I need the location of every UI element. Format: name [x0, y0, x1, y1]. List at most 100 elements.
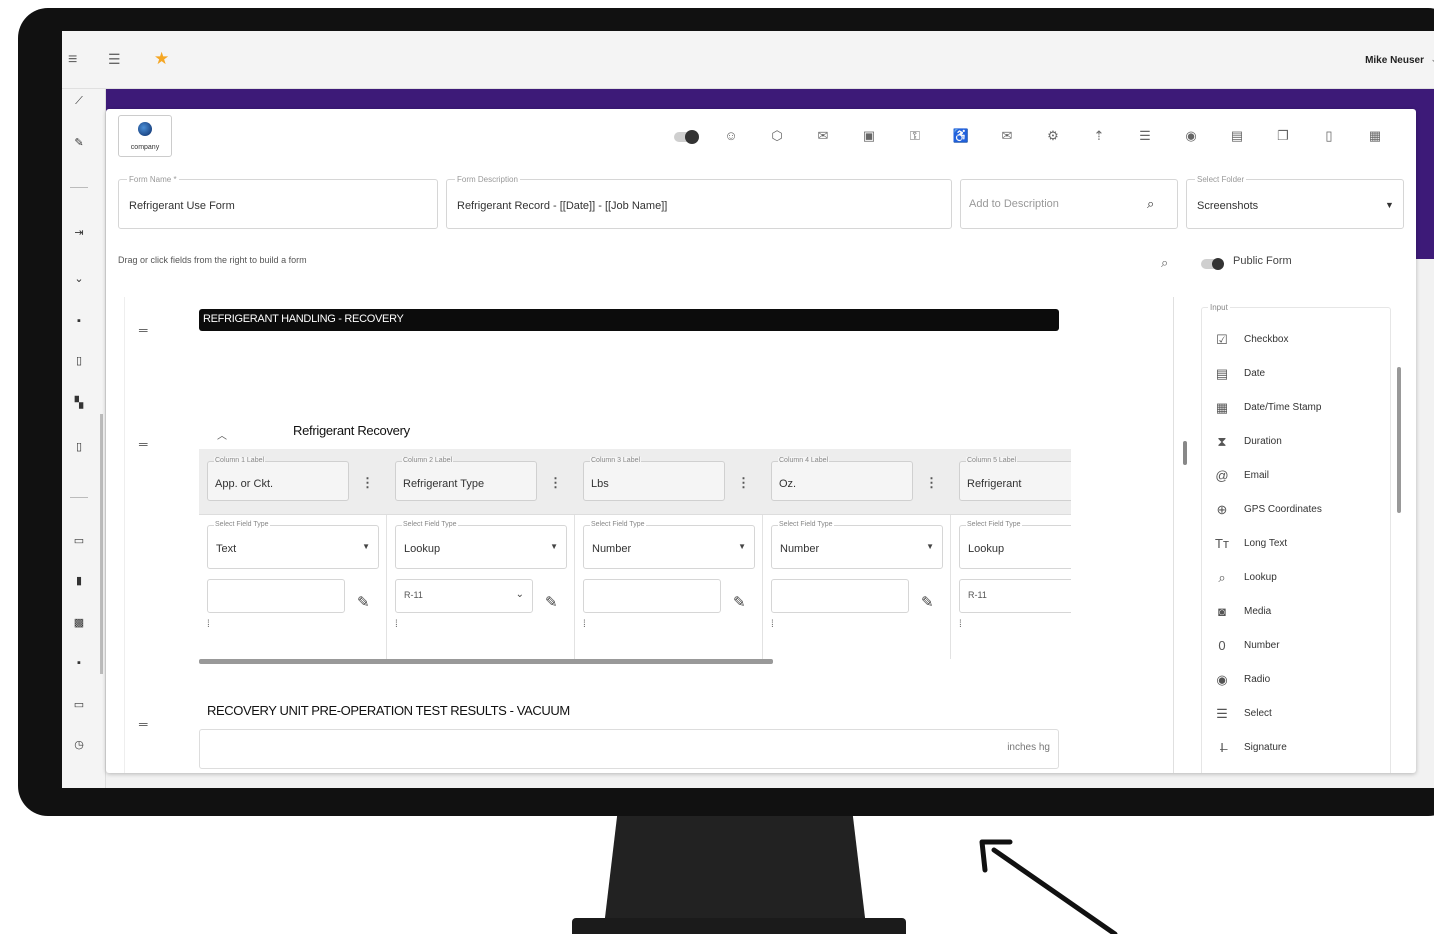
clock-icon[interactable]: ◷	[72, 739, 86, 751]
rail-icon[interactable]: ▩	[72, 617, 86, 629]
list-icon[interactable]: ☰	[108, 51, 121, 68]
user-name[interactable]: Mike Neuser	[1365, 55, 1424, 66]
add-description-field[interactable]: Add to Description ⌕	[960, 179, 1178, 229]
column-label-input[interactable]: Column 4 Label Oz.	[771, 457, 913, 501]
field-type-select[interactable]: Select Field Type Text ▼	[207, 521, 379, 569]
checklist-icon[interactable]: ☰	[1136, 127, 1154, 145]
lookup-value-select[interactable]: R-11 ⌄	[395, 579, 533, 613]
form-description-field[interactable]: Form Description Refrigerant Record - [[…	[446, 175, 952, 229]
pencil-icon[interactable]: ✎	[733, 593, 746, 611]
field-type-value[interactable]: Number	[780, 543, 819, 555]
resize-handle-icon[interactable]: ⁞	[583, 619, 586, 630]
resize-handle-icon[interactable]: ⁞	[771, 619, 774, 630]
chevron-down-icon[interactable]: ⌄	[516, 589, 524, 600]
form-name-value[interactable]: Refrigerant Use Form	[129, 200, 235, 212]
column-label-value[interactable]: Oz.	[779, 478, 796, 490]
chevron-down-icon[interactable]: ▼	[738, 542, 746, 551]
vertical-scrollbar[interactable]	[1183, 441, 1187, 465]
column-label-input[interactable]: Column 1 Label App. or Ckt.	[207, 457, 349, 501]
key-icon[interactable]: ⚿	[906, 127, 924, 145]
resize-handle-icon[interactable]: ⁞	[959, 619, 962, 630]
lookup-value[interactable]: R-11	[968, 590, 987, 600]
accessibility-icon[interactable]: ♿	[952, 127, 970, 145]
chevron-down-icon[interactable]: ▼	[1385, 200, 1394, 210]
column-label-input[interactable]: Column 5 Label Refrigerant	[959, 457, 1071, 501]
pencil-icon[interactable]: ✎	[72, 137, 86, 149]
public-form-toggle[interactable]	[1201, 258, 1224, 270]
search-icon[interactable]: ⌕	[1161, 255, 1168, 271]
default-value-input[interactable]	[771, 579, 909, 613]
field-type-select[interactable]: Select Field Type Lookup ▼	[395, 521, 567, 569]
rail-icon[interactable]: ▮	[72, 575, 86, 587]
image-file-icon[interactable]: ▤	[1228, 127, 1246, 145]
column-label-value[interactable]: Refrigerant Type	[403, 478, 484, 490]
chevron-down-icon[interactable]: ▼	[550, 542, 558, 551]
resize-handle-icon[interactable]: ⁞	[207, 619, 210, 630]
vacuum-field[interactable]: inches hg	[199, 729, 1059, 769]
search-icon[interactable]: ⌕	[1147, 196, 1154, 212]
copy-icon[interactable]: ❐	[1274, 127, 1292, 145]
badge-icon[interactable]: ⬡	[768, 127, 786, 145]
add-description-placeholder[interactable]: Add to Description	[969, 198, 1059, 210]
field-type-select[interactable]: Select Field Type Number ▼	[583, 521, 755, 569]
column-label-value[interactable]: Lbs	[591, 478, 609, 490]
field-type-value[interactable]: Text	[216, 543, 236, 555]
form-description-value[interactable]: Refrigerant Record - [[Date]] - [[Job Na…	[457, 200, 667, 212]
resize-handle-icon[interactable]: ⁞	[395, 619, 398, 630]
column-label-value[interactable]: Refrigerant	[967, 478, 1021, 490]
rail-icon[interactable]: ▪	[72, 315, 86, 327]
column-label-input[interactable]: Column 3 Label Lbs	[583, 457, 725, 501]
more-vertical-icon[interactable]: ⋮	[549, 475, 562, 491]
save-icon[interactable]: ▦	[1366, 127, 1384, 145]
toolbar-toggle[interactable]	[674, 130, 699, 144]
field-type-select[interactable]: Select Field Type Number ▼	[771, 521, 943, 569]
eye-icon[interactable]: ◉	[1182, 127, 1200, 145]
more-vertical-icon[interactable]: ⋮	[361, 475, 374, 491]
rail-icon[interactable]: ⇥	[72, 227, 86, 239]
chevron-down-icon[interactable]: ⌄	[1430, 54, 1434, 65]
drag-handle-icon[interactable]: ═	[139, 437, 148, 451]
drag-handle-icon[interactable]: ═	[139, 323, 148, 337]
column-label-input[interactable]: Column 2 Label Refrigerant Type	[395, 457, 537, 501]
rail-icon[interactable]: ▭	[72, 699, 86, 711]
field-type-value[interactable]: Number	[592, 543, 631, 555]
pencil-icon[interactable]: ✎	[357, 593, 370, 611]
column-label-value[interactable]: App. or Ckt.	[215, 478, 273, 490]
document-icon[interactable]: ▯	[72, 355, 86, 367]
emoji-icon[interactable]: ☺	[722, 127, 740, 145]
section-header[interactable]: REFRIGERANT HANDLING - RECOVERY	[199, 309, 1059, 331]
rail-scrollbar[interactable]	[100, 414, 103, 674]
lookup-value[interactable]: R-11	[404, 590, 423, 600]
pencil-icon[interactable]: ✎	[921, 593, 934, 611]
chevron-down-icon[interactable]: ▼	[926, 542, 934, 551]
rail-icon[interactable]: ▚	[72, 397, 86, 409]
default-value-input[interactable]	[583, 579, 721, 613]
envelope-icon[interactable]: ✉	[998, 127, 1016, 145]
default-value-input[interactable]	[207, 579, 345, 613]
more-vertical-icon[interactable]: ⋮	[737, 475, 750, 491]
palette-scrollbar[interactable]	[1397, 367, 1401, 513]
drag-handle-icon[interactable]: ═	[139, 717, 148, 731]
pencil-icon[interactable]: ✎	[545, 593, 558, 611]
lookup-value-select[interactable]: R-11	[959, 579, 1071, 613]
image-icon[interactable]: ▣	[860, 127, 878, 145]
select-folder-field[interactable]: Select Folder Screenshots ▼	[1186, 175, 1404, 229]
rail-icon[interactable]: ▪	[72, 657, 86, 669]
horizontal-scrollbar[interactable]	[199, 659, 773, 664]
rail-icon[interactable]: ⟋	[72, 95, 86, 107]
field-type-value[interactable]: Lookup	[968, 543, 1004, 555]
document-icon[interactable]: ▯	[72, 441, 86, 453]
form-name-field[interactable]: Form Name * Refrigerant Use Form	[118, 175, 438, 229]
select-folder-value[interactable]: Screenshots	[1197, 200, 1258, 212]
field-type-select[interactable]: Select Field Type Lookup	[959, 521, 1071, 569]
menu-icon[interactable]: ≡	[68, 51, 77, 69]
chevron-up-icon[interactable]: ︿	[217, 427, 227, 442]
gear-icon[interactable]: ⚙	[1044, 127, 1062, 145]
calendar-icon[interactable]: ▭	[72, 535, 86, 547]
chevron-down-icon[interactable]: ⌄	[72, 273, 86, 285]
clipboard-icon[interactable]: ▯	[1320, 127, 1338, 145]
upload-icon[interactable]: ⇡	[1090, 127, 1108, 145]
star-icon[interactable]: ★	[154, 49, 169, 69]
chevron-down-icon[interactable]: ▼	[362, 542, 370, 551]
more-vertical-icon[interactable]: ⋮	[925, 475, 938, 491]
